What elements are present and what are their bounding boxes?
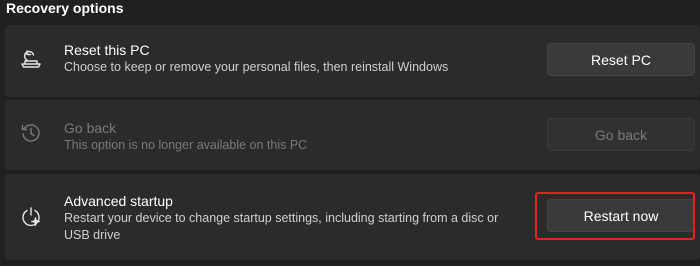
reset-pc-button[interactable]: Reset PC: [547, 43, 695, 76]
advanced-startup-description: Restart your device to change startup se…: [64, 210, 498, 244]
history-icon: [20, 122, 42, 144]
section-title: Recovery options: [6, 0, 124, 16]
reset-pc-card: Reset this PC Choose to keep or remove y…: [5, 25, 700, 97]
go-back-button[interactable]: Go back: [547, 118, 695, 151]
advanced-startup-icon: [20, 206, 42, 228]
advanced-startup-title: Advanced startup: [64, 193, 173, 209]
advanced-startup-description-line2: USB drive: [64, 228, 121, 242]
advanced-startup-description-line1: Restart your device to change startup se…: [64, 211, 499, 225]
go-back-description: This option is no longer available on th…: [64, 138, 308, 152]
restart-now-highlight-box: [535, 192, 695, 240]
reset-pc-description: Choose to keep or remove your personal f…: [64, 60, 449, 74]
reset-pc-icon: [20, 47, 42, 69]
reset-pc-title: Reset this PC: [64, 42, 150, 58]
go-back-card: Go back This option is no longer availab…: [5, 100, 700, 170]
go-back-title: Go back: [64, 120, 117, 136]
